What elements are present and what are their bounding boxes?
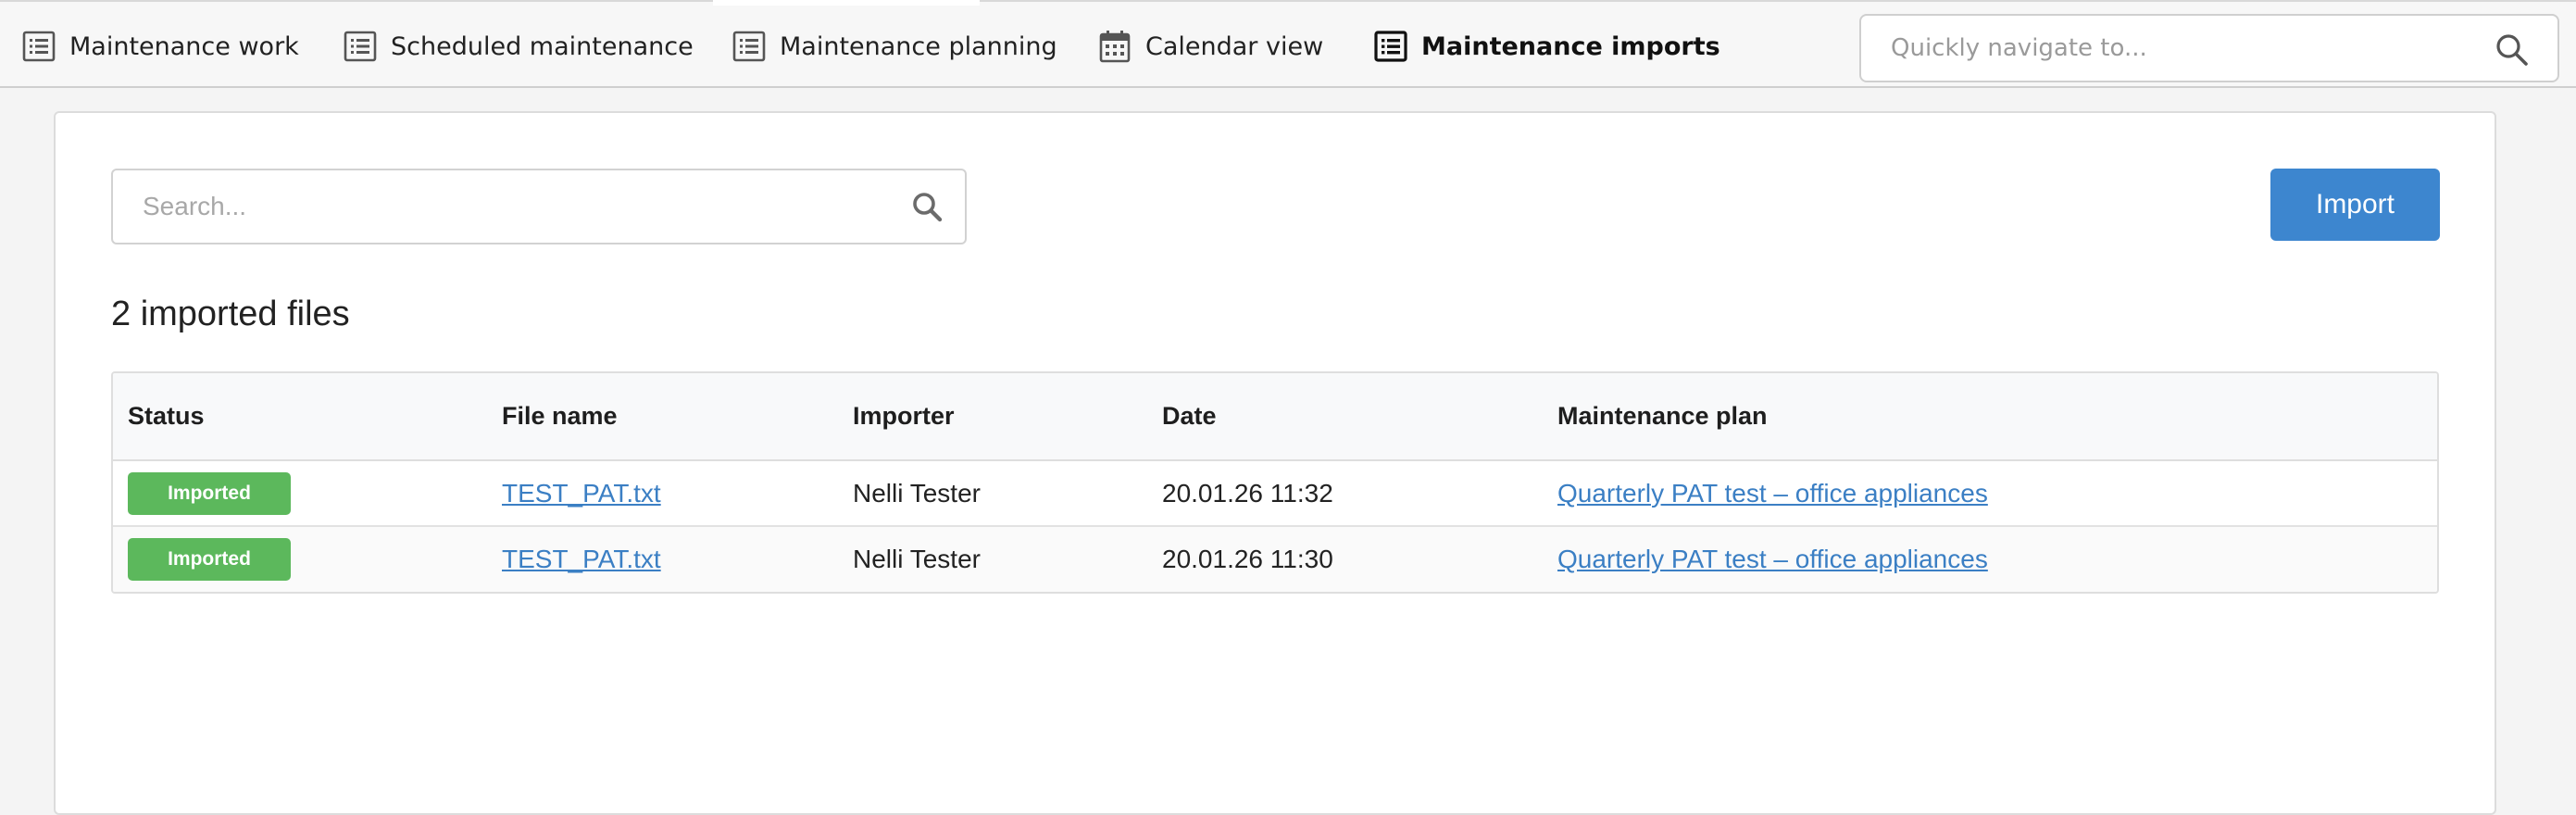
search-input[interactable]: [141, 191, 867, 222]
import-button[interactable]: Import: [2270, 169, 2440, 241]
imports-table: Status File name Importer Date Maintenan…: [111, 371, 2439, 594]
maintenance-plan-link[interactable]: Quarterly PAT test – office appliances: [1557, 479, 1988, 508]
search-icon[interactable]: [2495, 32, 2530, 68]
column-header-file-name[interactable]: File name: [502, 373, 853, 461]
date-cell: 20.01.26 11:32: [1162, 478, 1333, 508]
tab-maintenance-work[interactable]: Maintenance work: [22, 28, 299, 65]
quick-navigate-box: [1859, 14, 2559, 82]
tab-label: Calendar view: [1145, 31, 1324, 61]
table-row: Imported TEST_PAT.txt Nelli Tester 20.01…: [113, 460, 2437, 526]
column-header-date[interactable]: Date: [1162, 373, 1557, 461]
maintenance-plan-link[interactable]: Quarterly PAT test – office appliances: [1557, 545, 1988, 573]
active-area-accent: [713, 0, 980, 6]
file-name-cell: TEST_PAT.txt: [502, 460, 853, 526]
table-header-row: Status File name Importer Date Maintenan…: [113, 373, 2437, 461]
tab-label: Maintenance imports: [1421, 31, 1720, 61]
tab-label: Maintenance planning: [780, 31, 1057, 61]
imports-panel: Import 2 imported files Status File name…: [54, 111, 2496, 815]
tab-maintenance-planning[interactable]: Maintenance planning: [732, 28, 1057, 65]
column-header-importer[interactable]: Importer: [853, 373, 1162, 461]
status-cell: Imported: [113, 460, 502, 526]
top-navigation-bar: Maintenance work Scheduled maintenance M…: [0, 0, 2576, 88]
tab-maintenance-imports[interactable]: Maintenance imports: [1374, 28, 1720, 65]
imported-files-count: 2 imported files: [111, 295, 350, 333]
column-header-status[interactable]: Status: [113, 373, 502, 461]
file-name-cell: TEST_PAT.txt: [502, 525, 853, 592]
search-icon[interactable]: [911, 191, 944, 224]
tab-scheduled-maintenance[interactable]: Scheduled maintenance: [344, 28, 694, 65]
list-icon: [1374, 31, 1407, 62]
table-row: Imported TEST_PAT.txt Nelli Tester 20.01…: [113, 525, 2437, 592]
maintenance-plan-cell: Quarterly PAT test – office appliances: [1557, 460, 2437, 526]
file-name-link[interactable]: TEST_PAT.txt: [502, 545, 661, 573]
column-header-maintenance-plan[interactable]: Maintenance plan: [1557, 373, 2437, 461]
tab-label: Scheduled maintenance: [391, 31, 694, 61]
tab-calendar-view[interactable]: Calendar view: [1098, 28, 1323, 65]
maintenance-plan-cell: Quarterly PAT test – office appliances: [1557, 525, 2437, 592]
list-icon: [344, 31, 377, 62]
status-cell: Imported: [113, 525, 502, 592]
status-badge: Imported: [128, 538, 291, 581]
importer-cell: Nelli Tester: [853, 525, 1162, 592]
quick-navigate-input[interactable]: [1889, 33, 2467, 63]
file-name-link[interactable]: TEST_PAT.txt: [502, 479, 661, 508]
list-icon: [732, 31, 766, 62]
status-badge: Imported: [128, 471, 291, 515]
tab-label: Maintenance work: [69, 31, 299, 61]
search-box: [111, 169, 967, 244]
date-cell: 20.01.26 11:30: [1162, 525, 1557, 592]
list-icon: [22, 31, 56, 62]
importer-cell: Nelli Tester: [853, 478, 981, 508]
calendar-icon: [1099, 31, 1131, 63]
